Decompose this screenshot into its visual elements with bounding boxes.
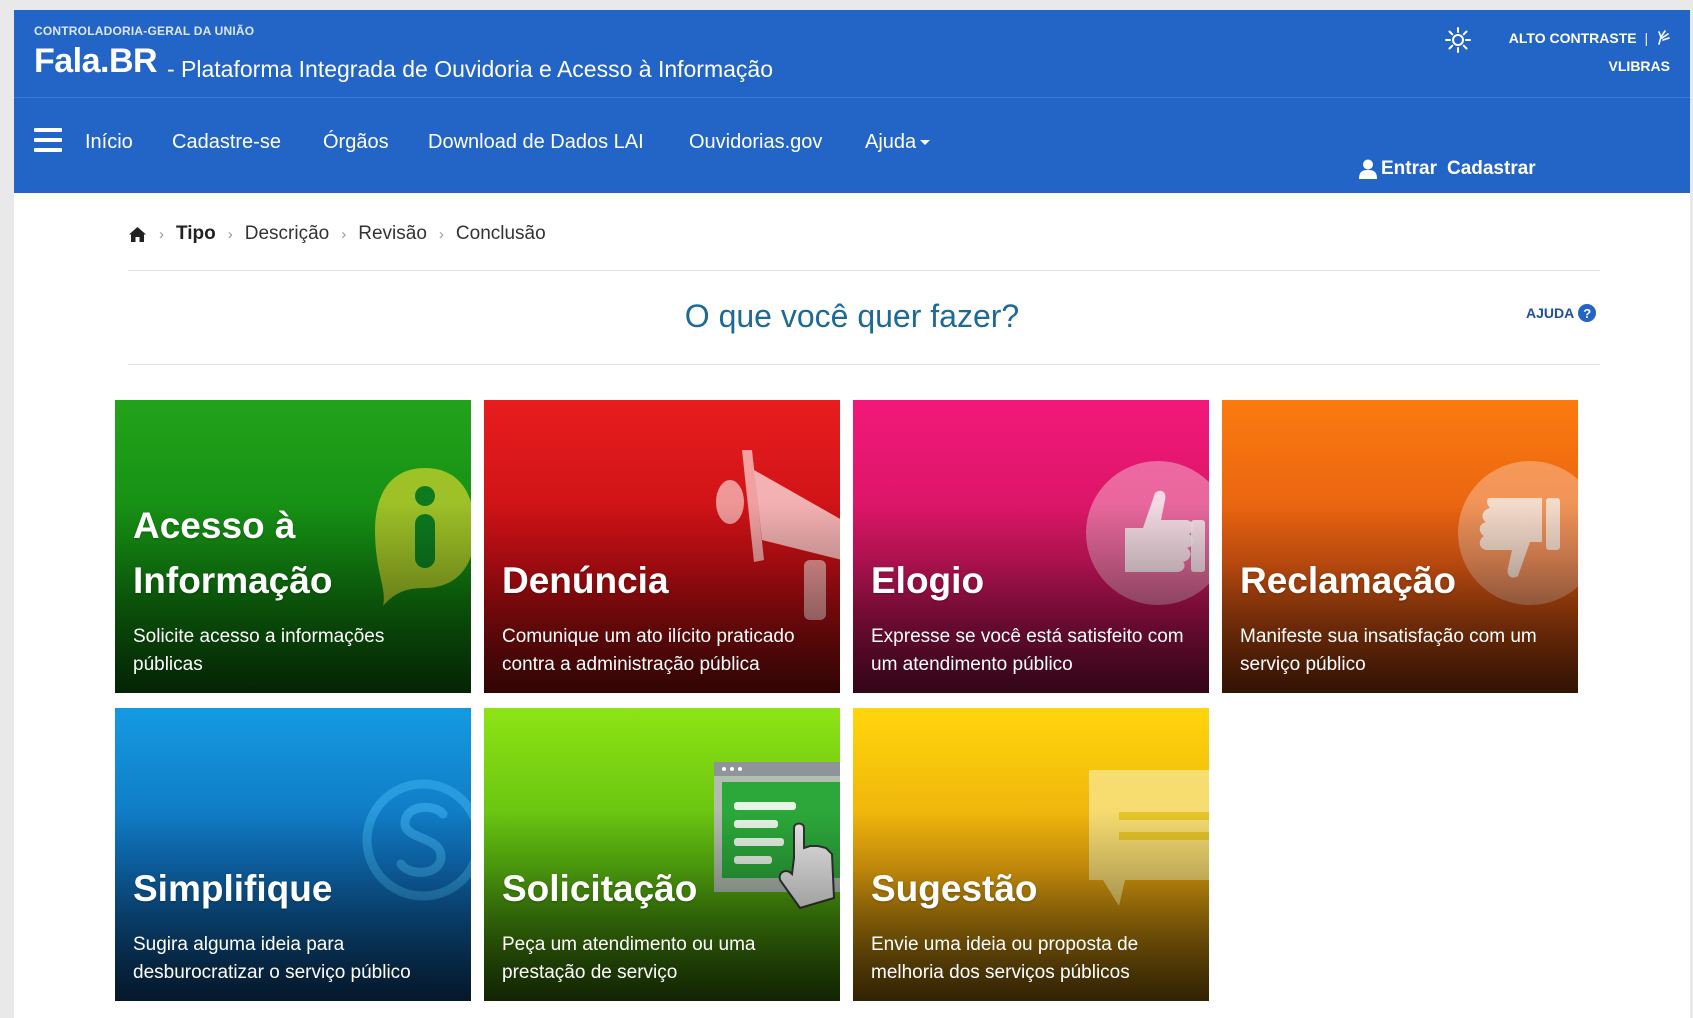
breadcrumb-step-conclusao: Conclusão [455, 223, 546, 244]
high-contrast-toggle[interactable]: ALTO CONTRASTE | [1509, 29, 1670, 46]
org-name: CONTROLADORIA-GERAL DA UNIÃO [34, 24, 255, 38]
help-link[interactable]: AJUDA ? [1526, 304, 1597, 322]
hamburger-menu-icon[interactable] [34, 128, 62, 156]
card-solicitacao[interactable]: Solicitação Peça um atendimento ou uma p… [484, 708, 840, 1001]
card-title: Acesso à [133, 505, 296, 546]
nav-item-ajuda-label: Ajuda [865, 131, 917, 153]
card-description: Solicite acesso a informações públicas [133, 626, 385, 675]
card-title: Informação [133, 560, 333, 601]
card-title: Denúncia [502, 560, 669, 601]
card-title: Simplifique [133, 868, 333, 909]
card-title: Elogio [871, 560, 985, 601]
login-label: Entrar [1381, 158, 1437, 179]
site-header: CONTROLADORIA-GERAL DA UNIÃO Fala.BR - P… [14, 10, 1690, 193]
page-title: O que você quer fazer? [684, 298, 1020, 334]
register-link[interactable]: Cadastrar [1447, 158, 1536, 180]
card-description: Manifeste sua insatisfação com um serviç… [1240, 626, 1537, 675]
card-title: Sugestão [871, 868, 1038, 909]
question-circle-icon: ? [1578, 304, 1597, 322]
chevron-right-icon: › [341, 225, 347, 243]
card-title: Solicitação [502, 868, 698, 909]
nav-item-ajuda[interactable]: Ajuda [865, 131, 931, 154]
card-description: Comunique um ato ilícito praticado contr… [502, 626, 795, 675]
login-area: Entrar Cadastrar [1359, 158, 1536, 180]
card-reclamacao[interactable]: Reclamação Manifeste sua insatisfação co… [1222, 400, 1578, 693]
brand-logo[interactable]: Fala.BR [34, 42, 158, 81]
breadcrumb-step-revisao: Revisão [358, 223, 427, 244]
high-contrast-label: ALTO CONTRASTE [1508, 30, 1637, 46]
page-frame: CONTROLADORIA-GERAL DA UNIÃO Fala.BR - P… [14, 10, 1690, 1018]
chevron-right-icon: › [438, 225, 444, 243]
home-icon[interactable] [128, 226, 147, 243]
card-title: Reclamação [1240, 560, 1456, 601]
vlibras-link[interactable]: VLIBRAS [1609, 58, 1670, 74]
card-denuncia[interactable]: Denúncia Comunique um ato ilícito pratic… [484, 400, 840, 693]
nav-item-inicio[interactable]: Início [85, 131, 133, 154]
divider [128, 364, 1600, 365]
nav-item-orgaos[interactable]: Órgãos [323, 131, 389, 154]
chevron-down-icon [920, 140, 931, 146]
card-description: Expresse se você está satisfeito com um … [871, 626, 1184, 675]
header-divider [14, 97, 1690, 98]
help-label: AJUDA [1526, 305, 1575, 321]
site-subtitle: - Plataforma Integrada de Ouvidoria e Ac… [167, 56, 773, 82]
card-description: Peça um atendimento ou uma prestação de … [502, 934, 756, 983]
sign-language-icon[interactable] [1656, 29, 1670, 45]
nav-item-cadastre-se[interactable]: Cadastre-se [172, 131, 281, 154]
card-sugestao[interactable]: Sugestão Envie uma ideia ou proposta de … [853, 708, 1209, 1001]
chevron-right-icon: › [159, 225, 164, 243]
nav-item-download-dados-lai[interactable]: Download de Dados LAI [428, 131, 644, 154]
breadcrumb-step-tipo: Tipo [176, 223, 216, 244]
card-description: Sugira alguma ideia para desburocratizar… [133, 934, 411, 983]
breadcrumb-step-descricao: Descrição [244, 223, 330, 244]
sun-icon[interactable] [1444, 26, 1472, 54]
user-icon [1359, 159, 1377, 179]
chevron-right-icon: › [227, 225, 233, 243]
login-link[interactable]: Entrar [1359, 158, 1437, 180]
breadcrumb: › Tipo › Descrição › Revisão › Conclusão [128, 223, 546, 245]
divider [128, 270, 1600, 271]
card-elogio[interactable]: Elogio Expresse se você está satisfeito … [853, 400, 1209, 693]
card-acesso-informacao[interactable]: Acesso à Informação Solicite acesso a in… [115, 400, 471, 693]
divider: | [1644, 30, 1649, 46]
nav-item-ouvidorias-gov[interactable]: Ouvidorias.gov [689, 131, 822, 154]
card-simplifique[interactable]: Simplifique Sugira alguma ideia para des… [115, 708, 471, 1001]
card-description: Envie uma ideia ou proposta de melhoria … [871, 934, 1139, 983]
